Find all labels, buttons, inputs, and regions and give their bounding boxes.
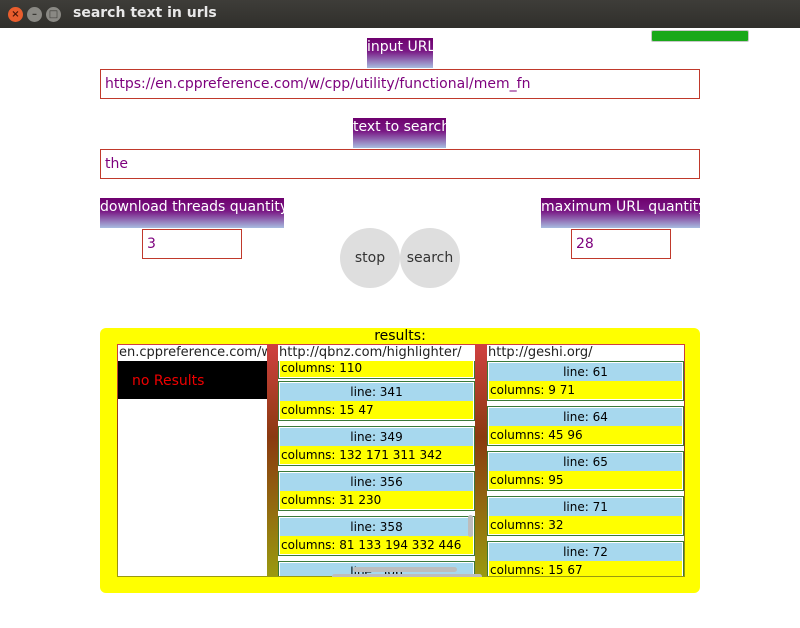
maximize-window-button[interactable]: □ bbox=[46, 7, 61, 22]
match-line: line: 356 bbox=[280, 473, 473, 491]
horizontal-scrollbar[interactable] bbox=[353, 567, 457, 572]
match-card: line: 358 columns: 81 133 194 332 446 bbox=[278, 516, 475, 556]
match-line: line: 72 bbox=[489, 543, 682, 561]
vertical-scrollbar[interactable] bbox=[468, 515, 473, 537]
match-columns: columns: 81 133 194 332 446 bbox=[280, 536, 473, 554]
match-line: line: 65 bbox=[489, 453, 682, 471]
match-columns: columns: 9 71 bbox=[489, 381, 682, 399]
window-title: search text in urls bbox=[73, 5, 217, 21]
close-window-button[interactable]: × bbox=[8, 7, 23, 22]
results-panel: results: en.cppreference.com/w/cpp/utili… bbox=[100, 328, 700, 593]
max-urls-input[interactable] bbox=[571, 229, 671, 259]
search-button[interactable]: search bbox=[400, 228, 460, 288]
match-line: line: 61 bbox=[489, 363, 682, 381]
no-results-message: no Results bbox=[118, 361, 267, 399]
match-columns: columns: 132 171 311 342 bbox=[280, 446, 473, 464]
text-to-search-label: text to search bbox=[353, 118, 450, 148]
match-line: line: 349 bbox=[280, 428, 473, 446]
results-horizontal-scrollbar[interactable] bbox=[332, 574, 482, 577]
result-url: http://qbnz.com/highlighter/ bbox=[278, 345, 475, 361]
match-columns: columns: 32 bbox=[489, 516, 682, 534]
max-urls-label: maximum URL quantity bbox=[541, 198, 707, 228]
input-url-label: input URL bbox=[367, 38, 435, 68]
result-column: en.cppreference.com/w/cpp/utility/functi… bbox=[118, 345, 267, 576]
minimize-window-button[interactable]: – bbox=[27, 7, 42, 22]
result-column: http://qbnz.com/highlighter/ columns: 11… bbox=[278, 345, 475, 576]
match-card: line: 64 columns: 45 96 bbox=[487, 406, 684, 446]
title-bar: × – □ search text in urls bbox=[0, 0, 800, 28]
match-columns: columns: 110 bbox=[280, 361, 473, 377]
match-columns: columns: 31 230 bbox=[280, 491, 473, 509]
progress-bar-fill bbox=[652, 31, 748, 41]
result-url: http://geshi.org/ bbox=[487, 345, 684, 361]
match-columns: columns: 15 67 bbox=[489, 561, 682, 576]
threads-input[interactable] bbox=[142, 229, 242, 259]
match-line: line: 71 bbox=[489, 498, 682, 516]
stop-button[interactable]: stop bbox=[340, 228, 400, 288]
url-input[interactable] bbox=[100, 69, 700, 99]
search-text-input[interactable] bbox=[100, 149, 700, 179]
result-url: en.cppreference.com/w/cpp/utility/functi… bbox=[118, 345, 267, 361]
match-card: line: 349 columns: 132 171 311 342 bbox=[278, 426, 475, 466]
threads-label: download threads quantity bbox=[100, 198, 288, 228]
result-list[interactable]: columns: 110 line: 341 columns: 15 47 li… bbox=[278, 361, 475, 576]
match-card: line: 341 columns: 15 47 bbox=[278, 381, 475, 421]
progress-bar bbox=[651, 30, 749, 42]
match-columns: columns: 45 96 bbox=[489, 426, 682, 444]
match-card: columns: 110 bbox=[278, 361, 475, 379]
match-card: line: 71 columns: 32 bbox=[487, 496, 684, 536]
match-columns: columns: 95 bbox=[489, 471, 682, 489]
match-line: line: 358 bbox=[280, 518, 473, 536]
match-line: line: 341 bbox=[280, 383, 473, 401]
result-column: http://geshi.org/ line: 61 columns: 9 71… bbox=[487, 345, 684, 576]
match-line: line: 64 bbox=[489, 408, 682, 426]
match-card: line: 61 columns: 9 71 bbox=[487, 361, 684, 401]
results-area: en.cppreference.com/w/cpp/utility/functi… bbox=[117, 344, 685, 577]
match-card: line: 356 columns: 31 230 bbox=[278, 471, 475, 511]
match-card: line: 65 columns: 95 bbox=[487, 451, 684, 491]
results-label: results: bbox=[374, 328, 426, 344]
match-card: line: 72 columns: 15 67 bbox=[487, 541, 684, 576]
result-list[interactable]: line: 61 columns: 9 71 line: 64 columns:… bbox=[487, 361, 684, 576]
match-columns: columns: 15 47 bbox=[280, 401, 473, 419]
result-list[interactable]: no Results bbox=[118, 361, 267, 576]
